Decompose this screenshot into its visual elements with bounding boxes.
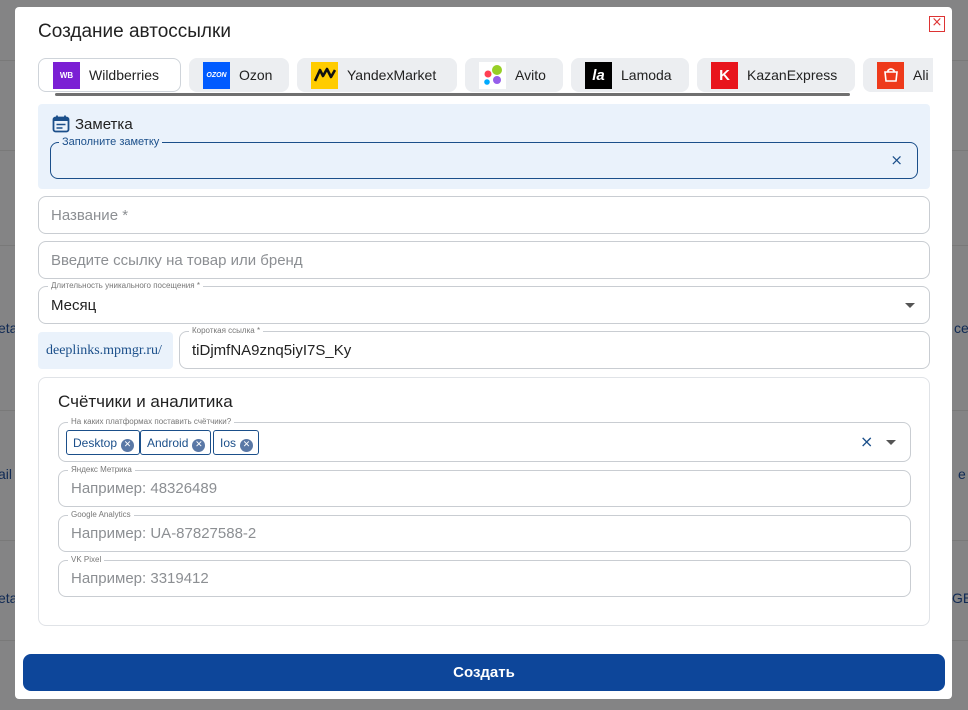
chip-desktop[interactable]: Desktop ✕	[66, 430, 141, 455]
tab-label: Ozon	[239, 67, 273, 83]
tab-avito[interactable]: Avito	[465, 58, 563, 92]
tab-kazanexpress[interactable]: K KazanExpress	[697, 58, 855, 92]
yandex-metrika-placeholder: Например: 48326489	[71, 480, 218, 497]
note-section: Заметка Заполните заметку ×	[38, 104, 930, 189]
aliexpress-bag-icon	[883, 68, 898, 82]
clear-all-icon[interactable]: ×	[860, 432, 873, 451]
analytics-title: Счётчики и аналитика	[58, 392, 233, 411]
visit-duration-value: Месяц	[51, 297, 97, 314]
create-autolink-modal: Создание автоссылки × WB Wildberries OZO…	[15, 7, 952, 699]
name-placeholder: Название *	[51, 207, 129, 224]
analytics-section: Счётчики и аналитика На каких платформах…	[38, 377, 930, 626]
vk-pixel-input[interactable]: VK Pixel Например: 3319412	[58, 555, 911, 597]
create-button[interactable]: Создать	[23, 654, 945, 691]
yandexmarket-logo-icon	[311, 61, 338, 89]
wildberries-logo-icon: WB	[53, 61, 80, 89]
logo-text: K	[719, 66, 730, 84]
tab-yandexmarket[interactable]: YandexMarket	[297, 58, 457, 92]
short-link-input[interactable]: Короткая ссылка * tiDjmfNA9znq5iyI7S_Ky	[179, 326, 930, 369]
short-link-label: Короткая ссылка *	[189, 326, 264, 336]
aliexpress-logo-icon	[877, 61, 904, 89]
visit-duration-select[interactable]: Длительность уникального посещения * Мес…	[38, 281, 930, 324]
chip-remove-icon[interactable]: ✕	[240, 439, 254, 452]
ozon-logo-icon: OZON	[203, 61, 230, 89]
tab-label: YandexMarket	[347, 67, 437, 83]
chevron-down-icon[interactable]	[905, 303, 915, 308]
vk-pixel-placeholder: Например: 3319412	[71, 570, 209, 587]
yandex-metrika-label: Яндекс Метрика	[68, 465, 135, 475]
google-analytics-placeholder: Например: UA-87827588-2	[71, 525, 257, 542]
platforms-select[interactable]: На каких платформах поставить счётчики? …	[58, 417, 911, 462]
tabs-scrollbar[interactable]	[55, 93, 850, 96]
logo-text: WB	[59, 70, 74, 80]
product-link-input[interactable]: Введите ссылку на товар или бренд	[38, 241, 930, 279]
close-button[interactable]: ×	[929, 16, 945, 32]
logo-text: OZON	[206, 71, 227, 79]
note-title: Заметка	[75, 116, 133, 133]
chip-label: Desktop	[73, 436, 118, 450]
modal-title: Создание автоссылки	[38, 21, 231, 42]
short-link-prefix: deeplinks.mpmgr.ru/	[38, 332, 173, 369]
tab-wildberries[interactable]: WB Wildberries	[38, 58, 181, 92]
tab-label: KazanExpress	[747, 67, 838, 83]
note-clear-icon[interactable]: ×	[890, 151, 903, 169]
avito-logo-icon	[479, 61, 506, 89]
google-analytics-input[interactable]: Google Analytics Например: UA-87827588-2	[58, 510, 911, 552]
calendar-note-icon	[52, 115, 70, 133]
chip-label: Ios	[220, 436, 237, 450]
marketplace-tabs: WB Wildberries OZON Ozon YandexMarket Av…	[38, 58, 933, 96]
lamoda-logo-icon: la	[585, 61, 612, 89]
note-input[interactable]: Заполните заметку ×	[50, 136, 918, 179]
product-link-placeholder: Введите ссылку на товар или бренд	[51, 252, 303, 269]
name-input[interactable]: Название *	[38, 196, 930, 234]
tab-label: Ali	[913, 67, 929, 83]
chip-remove-icon[interactable]: ✕	[121, 439, 135, 452]
avito-dots-icon	[483, 65, 502, 85]
yandex-metrika-input[interactable]: Яндекс Метрика Например: 48326489	[58, 465, 911, 507]
chip-ios[interactable]: Ios ✕	[213, 430, 260, 455]
logo-text: la	[592, 66, 605, 84]
tab-aliexpress[interactable]: Ali	[863, 58, 933, 92]
note-input-label: Заполните заметку	[59, 136, 163, 148]
tab-label: Avito	[515, 67, 546, 83]
vk-pixel-label: VK Pixel	[68, 555, 105, 565]
chip-remove-icon[interactable]: ✕	[192, 439, 206, 452]
tab-lamoda[interactable]: la Lamoda	[571, 58, 689, 92]
platforms-label: На каких платформах поставить счётчики?	[68, 417, 235, 427]
google-analytics-label: Google Analytics	[68, 510, 134, 520]
tab-ozon[interactable]: OZON Ozon	[189, 58, 289, 92]
kazanexpress-logo-icon: K	[711, 61, 738, 89]
visit-duration-label: Длительность уникального посещения *	[48, 281, 203, 291]
tab-label: Lamoda	[621, 67, 672, 83]
chip-android[interactable]: Android ✕	[140, 430, 212, 455]
tab-label: Wildberries	[89, 67, 160, 83]
short-link-value: tiDjmfNA9znq5iyI7S_Ky	[192, 342, 352, 359]
chip-label: Android	[147, 436, 189, 450]
chevron-down-icon[interactable]	[886, 440, 896, 445]
yandexmarket-glyph-icon	[313, 67, 336, 82]
